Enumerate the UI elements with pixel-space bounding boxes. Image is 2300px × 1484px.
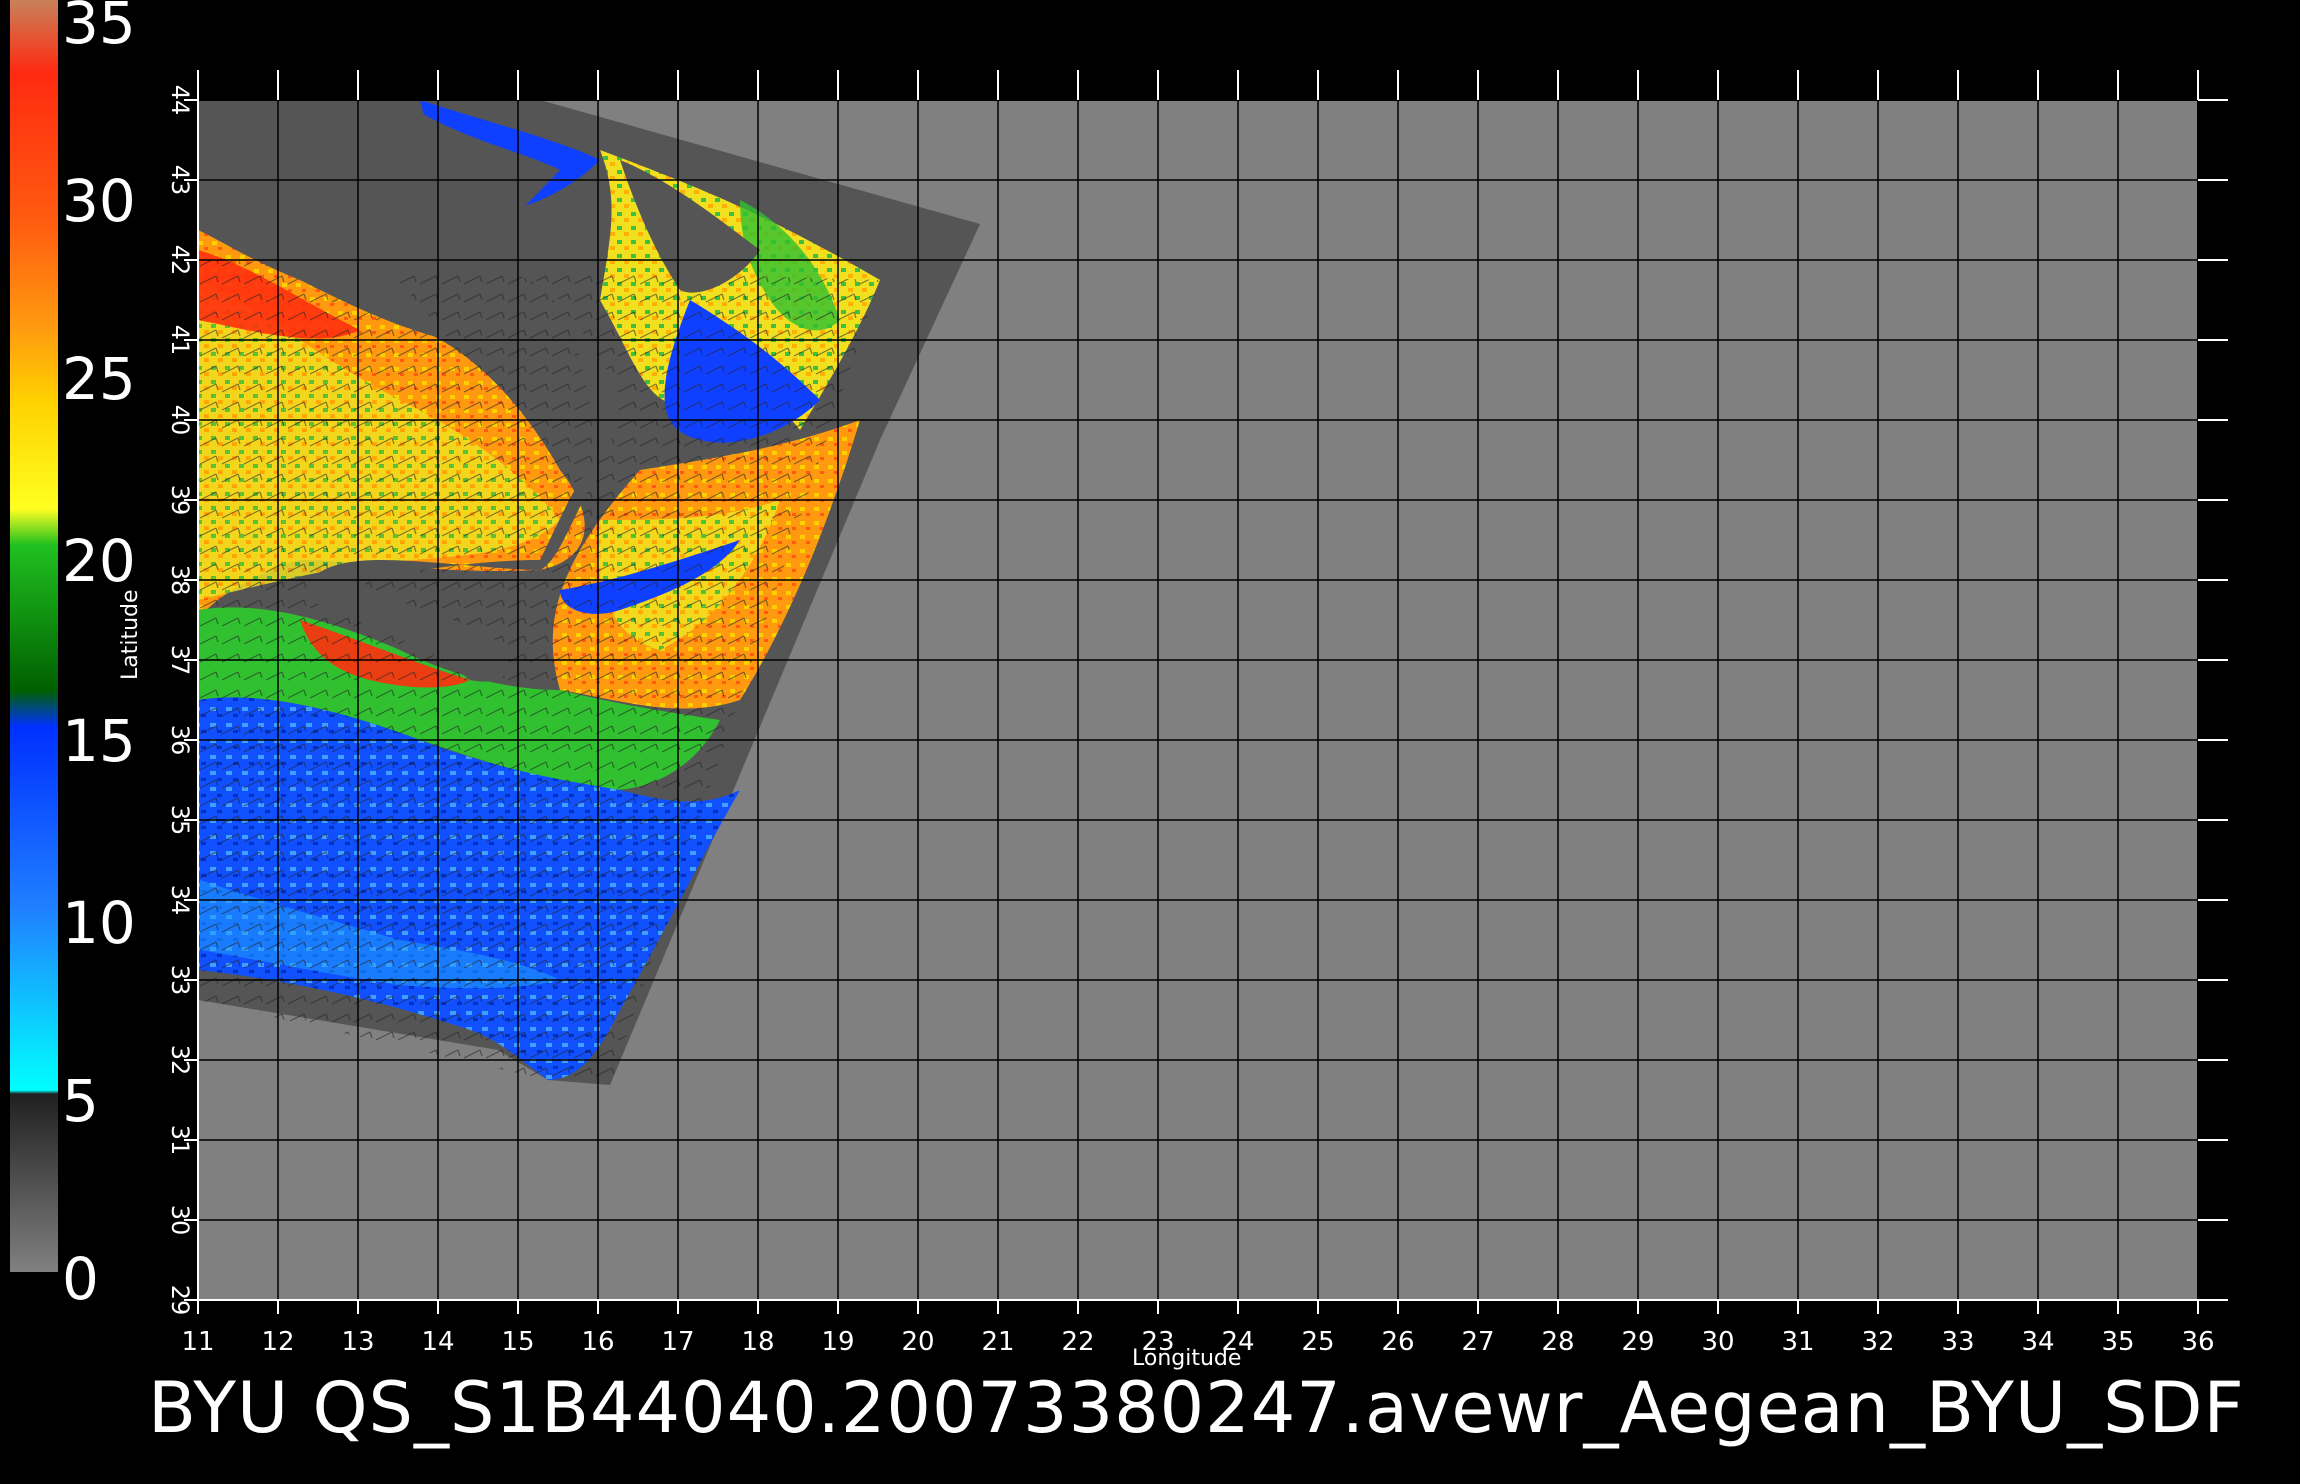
colorbar-label: 35 <box>62 0 136 57</box>
longitude-tick-label: 14 <box>421 1327 454 1357</box>
latitude-tick-label: 38 <box>166 565 194 596</box>
longitude-tick-label: 36 <box>2181 1327 2214 1357</box>
latitude-tick-label: 37 <box>166 645 194 676</box>
longitude-tick-label: 32 <box>1861 1327 1894 1357</box>
longitude-tick-label: 17 <box>661 1327 694 1357</box>
longitude-tick-label: 29 <box>1621 1327 1654 1357</box>
latitude-tick-label: 32 <box>166 1045 194 1076</box>
latitude-tick-label: 34 <box>166 885 194 916</box>
longitude-tick-label: 21 <box>981 1327 1014 1357</box>
latitude-tick-label: 40 <box>166 405 194 436</box>
longitude-tick-label: 30 <box>1701 1327 1734 1357</box>
colorbar-label: 20 <box>62 527 136 595</box>
latitude-tick-label: 42 <box>166 245 194 276</box>
longitude-tick-label: 13 <box>341 1327 374 1357</box>
colorbar-label: 15 <box>62 707 136 775</box>
scatterometer-map: 11 12 13 14 15 16 17 18 19 20 21 22 23 24 25 26 27 28 29 30… <box>0 0 2300 1480</box>
longitude-tick-label: 16 <box>581 1327 614 1357</box>
colorbar-label: 0 <box>62 1245 99 1313</box>
longitude-tick-label: 15 <box>501 1327 534 1357</box>
longitude-tick-label: 26 <box>1381 1327 1414 1357</box>
longitude-tick-label: 22 <box>1061 1327 1094 1357</box>
colorbar-label: 30 <box>62 167 136 235</box>
latitude-tick-label: 39 <box>166 485 194 516</box>
colorbar-label: 25 <box>62 345 136 413</box>
colorbar-label: 5 <box>62 1067 99 1135</box>
latitude-tick-label: 35 <box>166 805 194 836</box>
latitude-tick-label: 29 <box>166 1285 194 1316</box>
longitude-tick-label: 35 <box>2101 1327 2134 1357</box>
latitude-tick-label: 43 <box>166 165 194 196</box>
colorbar <box>10 0 58 1272</box>
longitude-tick-label: 11 <box>181 1327 214 1357</box>
latitude-tick-label: 44 <box>166 85 194 116</box>
longitude-tick-label: 34 <box>2021 1327 2054 1357</box>
y-axis-label: Latitude <box>118 589 143 680</box>
longitude-tick-label: 19 <box>821 1327 854 1357</box>
product-footer: BYU QS_S1B44040.20073380247.avewr_Aegean… <box>148 1367 2245 1449</box>
wind-speed-map: 11 12 13 14 15 16 17 18 19 20 21 22 23 24 25 26 27 28 29 30… <box>10 0 2228 1357</box>
colorbar-label: 10 <box>62 889 136 957</box>
latitude-tick-label: 30 <box>166 1205 194 1236</box>
latitude-tick-label: 31 <box>166 1125 194 1156</box>
longitude-tick-label: 20 <box>901 1327 934 1357</box>
longitude-tick-label: 33 <box>1941 1327 1974 1357</box>
longitude-tick-label: 27 <box>1461 1327 1494 1357</box>
latitude-tick-label: 36 <box>166 725 194 756</box>
longitude-tick-label: 18 <box>741 1327 774 1357</box>
plot-area <box>198 100 2198 1300</box>
longitude-tick-label: 31 <box>1781 1327 1814 1357</box>
latitude-tick-label: 41 <box>166 325 194 356</box>
longitude-tick-label: 25 <box>1301 1327 1334 1357</box>
longitude-tick-label: 28 <box>1541 1327 1574 1357</box>
latitude-tick-label: 33 <box>166 965 194 996</box>
longitude-tick-label: 12 <box>261 1327 294 1357</box>
